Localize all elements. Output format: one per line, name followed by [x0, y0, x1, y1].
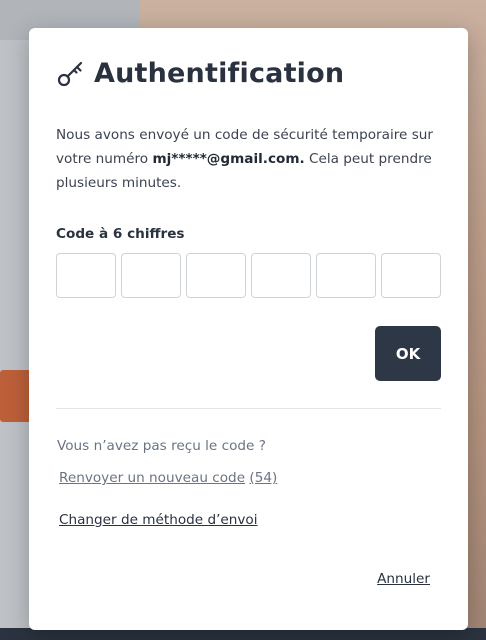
cancel-link[interactable]: Annuler [377, 571, 430, 587]
authentication-modal: Authentification Nous avons envoyé un co… [29, 28, 468, 630]
code-field-label: Code à 6 chiffres [56, 226, 185, 242]
modal-header: Authentification [56, 58, 344, 89]
not-received-text: Vous n’avez pas reçu le code ? [57, 438, 266, 454]
modal-title: Authentification [94, 58, 345, 89]
code-input-group [56, 253, 441, 298]
resend-countdown: (54) [249, 470, 278, 486]
masked-identifier: mj*****@gmail.com. [152, 151, 305, 167]
resend-row: Renvoyer un nouveau code (54) [59, 470, 277, 486]
key-icon [56, 59, 86, 89]
modal-description: Nous avons envoyé un code de sécurité te… [56, 123, 446, 195]
code-digit-input-4[interactable] [251, 253, 311, 298]
code-digit-input-6[interactable] [381, 253, 441, 298]
ok-button[interactable]: OK [375, 326, 441, 381]
code-digit-input-5[interactable] [316, 253, 376, 298]
resend-code-link[interactable]: Renvoyer un nouveau code [59, 470, 245, 486]
code-digit-input-2[interactable] [121, 253, 181, 298]
change-method-link[interactable]: Changer de méthode d’envoi [59, 512, 258, 528]
code-digit-input-3[interactable] [186, 253, 246, 298]
code-digit-input-1[interactable] [56, 253, 116, 298]
divider [56, 408, 441, 409]
